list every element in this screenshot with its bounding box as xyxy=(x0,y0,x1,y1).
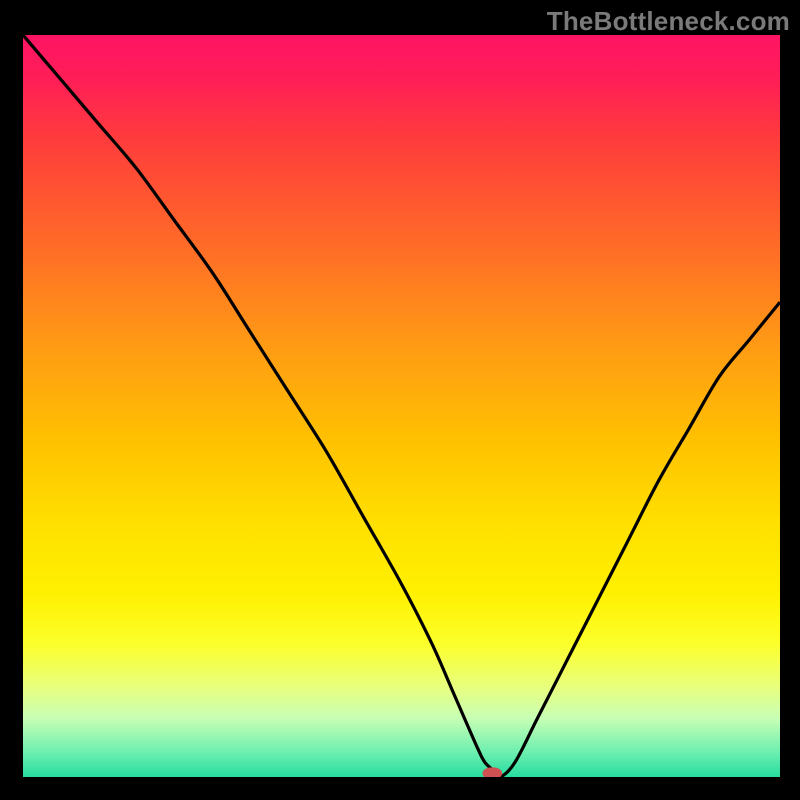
chart-frame: TheBottleneck.com xyxy=(0,0,800,800)
plot-area xyxy=(23,35,780,777)
optimal-point-marker xyxy=(482,767,502,777)
curve-layer xyxy=(23,35,780,777)
bottleneck-curve xyxy=(23,35,780,777)
watermark-text: TheBottleneck.com xyxy=(547,6,790,37)
